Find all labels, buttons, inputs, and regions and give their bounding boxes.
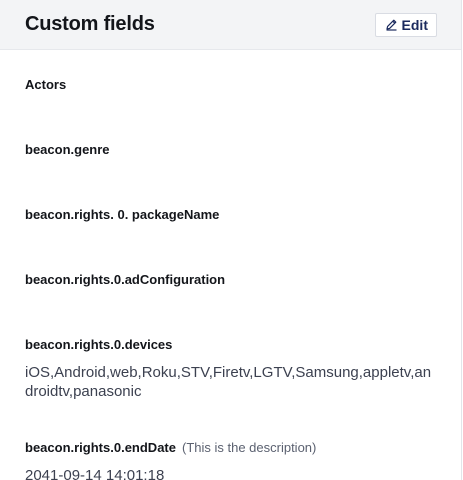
custom-fields-panel: Custom fields Edit Actors beacon.genre b… <box>0 0 462 480</box>
panel-title: Custom fields <box>25 13 155 35</box>
field-actors: Actors <box>25 77 436 93</box>
field-label: beacon.rights.0.endDate (This is the desc… <box>25 440 436 456</box>
field-end-date: beacon.rights.0.endDate (This is the desc… <box>25 440 436 480</box>
field-beacon-genre: beacon.genre <box>25 142 436 158</box>
edit-button[interactable]: Edit <box>374 12 437 37</box>
field-value: iOS,Android,web,Roku,STV,Firetv,LGTV,Sam… <box>25 364 432 400</box>
field-ad-configuration: beacon.rights.0.adConfiguration <box>25 272 436 288</box>
field-label: beacon.genre <box>25 142 110 157</box>
field-package-name: beacon.rights. 0. packageName <box>25 207 436 223</box>
field-value: 2041-09-14 14:01:18 <box>25 467 165 480</box>
field-label: beacon.rights.0.adConfiguration <box>25 272 226 287</box>
field-label: beacon.rights. 0. packageName <box>25 207 220 222</box>
edit-button-label: Edit <box>401 16 428 33</box>
field-label: beacon.rights.0.devices <box>25 337 173 352</box>
field-label-text: beacon.rights.0.endDate <box>25 440 176 455</box>
field-devices: beacon.rights.0.devices iOS,Android,web,… <box>25 337 436 401</box>
field-description: (This is the description) <box>181 440 317 455</box>
panel-header: Custom fields Edit <box>0 0 461 50</box>
pencil-icon <box>385 18 398 31</box>
field-label: Actors <box>25 77 67 92</box>
